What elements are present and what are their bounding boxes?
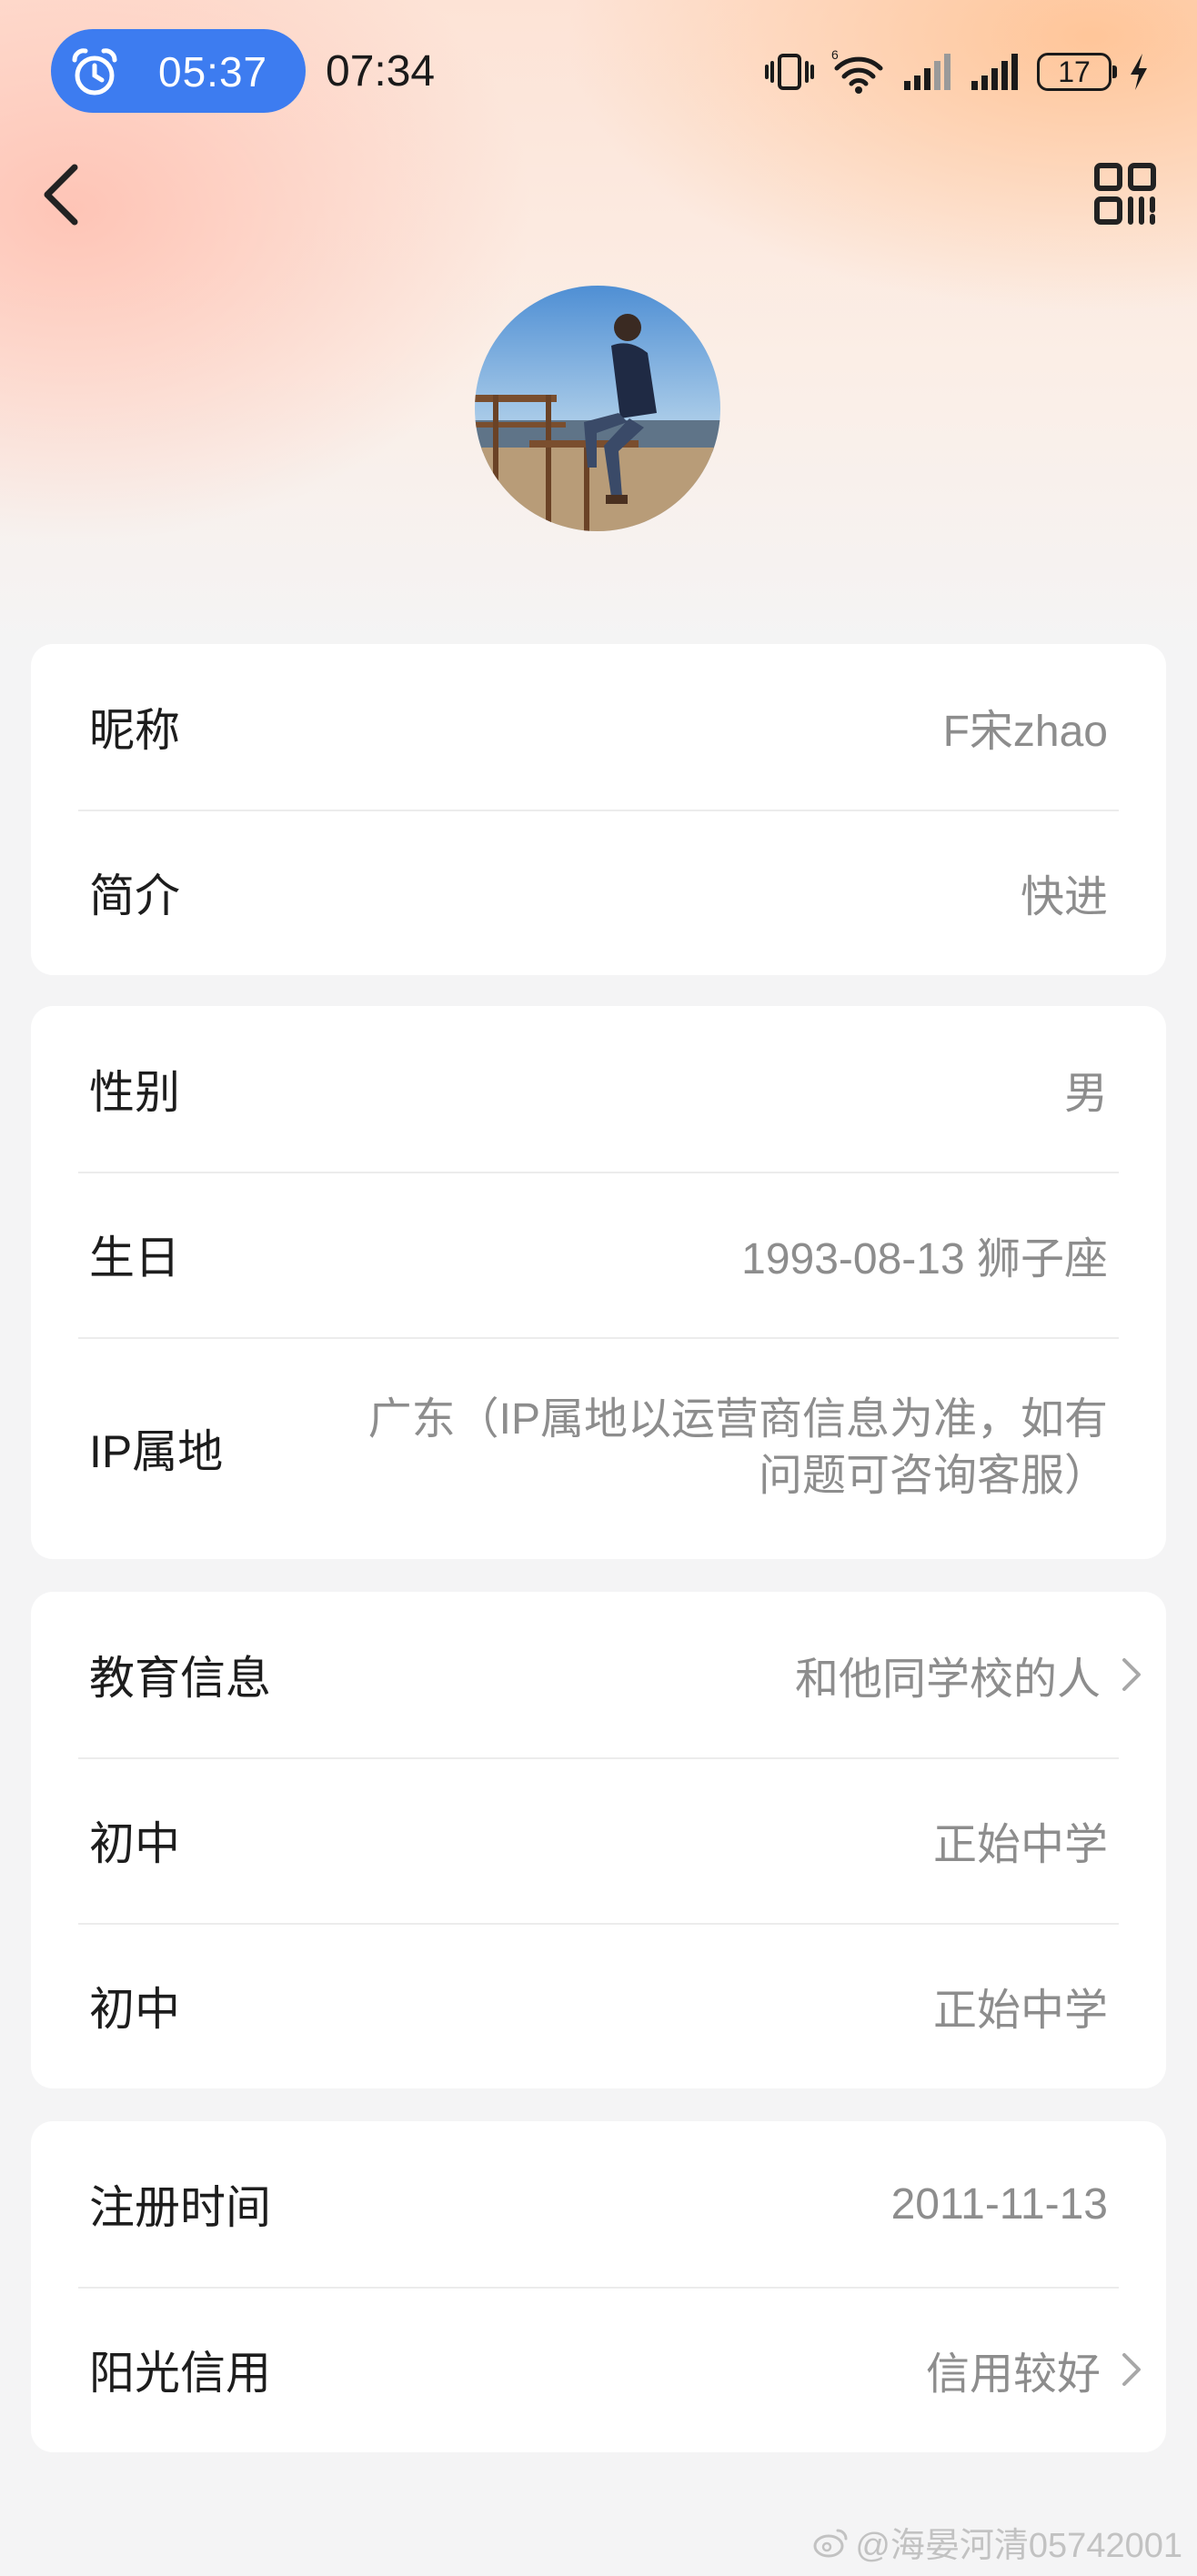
chevron-right-icon [1122,1658,1141,1691]
account-info-card: 注册时间 2011-11-13 阳光信用 信用较好 [31,2121,1166,2452]
back-button[interactable] [35,160,89,229]
watermark-text: @海晏河清05742001 [855,2527,1182,2565]
weibo-logo-icon [813,2529,848,2557]
bio-value: 快进 [1020,873,1108,921]
nickname-value: F宋zhao [942,708,1108,756]
sunshine-credit-value: 信用较好 [925,2350,1101,2399]
qr-code-button[interactable] [1093,162,1157,226]
alarm-pill[interactable]: 05:37 [51,29,306,113]
watermark: @海晏河清05742001 [813,2517,1182,2567]
school-row-2[interactable]: 初中 正始中学 [31,1923,1166,2088]
education-card: 教育信息 和他同学校的人 初中 正始中学 初中 正始中学 [31,1592,1166,2088]
education-row[interactable]: 教育信息 和他同学校的人 [31,1592,1166,1757]
register-time-label: 注册时间 [89,2182,271,2233]
alarm-time: 05:37 [158,48,268,96]
gender-label: 性别 [89,1067,180,1118]
personal-info-card: 性别 男 生日 1993-08-13 狮子座 IP属地 广东（IP属地以运营商信… [31,1006,1166,1559]
basic-info-card: 昵称 F宋zhao 简介 快进 [31,644,1166,975]
network-label: 6 [831,48,839,62]
chevron-right-icon [1122,2353,1141,2386]
sunshine-credit-label: 阳光信用 [89,2348,271,2399]
avatar-photo [475,286,720,531]
nickname-row[interactable]: 昵称 F宋zhao [31,644,1166,810]
education-label: 教育信息 [89,1653,271,1704]
school-1-value: 正始中学 [932,1821,1108,1869]
vibrate-icon [765,54,814,90]
ip-location-value: 广东（IP属地以运营商信息为准，如有问题可咨询客服） [367,1395,1108,1500]
birthday-row[interactable]: 生日 1993-08-13 狮子座 [31,1172,1166,1337]
sunshine-credit-row[interactable]: 阳光信用 信用较好 [31,2287,1166,2452]
gender-value: 男 [1063,1070,1108,1118]
bio-row[interactable]: 简介 快进 [31,810,1166,975]
register-time-value: 2011-11-13 [890,2179,1108,2229]
nickname-label: 昵称 [89,705,180,756]
status-clock: 07:34 [326,47,436,96]
birthday-label: 生日 [89,1233,180,1283]
battery-indicator: 17 [1037,53,1117,91]
ip-location-row: IP属地 广东（IP属地以运营商信息为准，如有问题可咨询客服） [31,1337,1166,1559]
school-2-label: 初中 [89,1984,180,2035]
status-bar: 05:37 07:34 6 17 [0,0,1197,136]
signal-icon [904,54,951,90]
status-icons: 6 17 [764,40,1150,104]
signal-icon-2 [971,54,1018,90]
ip-location-label: IP属地 [89,1426,224,1477]
gender-row[interactable]: 性别 男 [31,1006,1166,1172]
wifi-icon: 6 [831,48,883,94]
school-1-label: 初中 [89,1818,180,1869]
charging-bolt-icon [1131,54,1147,90]
school-2-value: 正始中学 [932,1987,1108,2035]
bio-label: 简介 [89,870,180,921]
birthday-value: 1993-08-13 狮子座 [741,1235,1108,1283]
alarm-clock-icon [72,48,117,96]
register-time-row: 注册时间 2011-11-13 [31,2121,1166,2287]
school-row-1[interactable]: 初中 正始中学 [31,1757,1166,1923]
education-value: 和他同学校的人 [794,1655,1101,1704]
avatar[interactable] [475,286,720,531]
